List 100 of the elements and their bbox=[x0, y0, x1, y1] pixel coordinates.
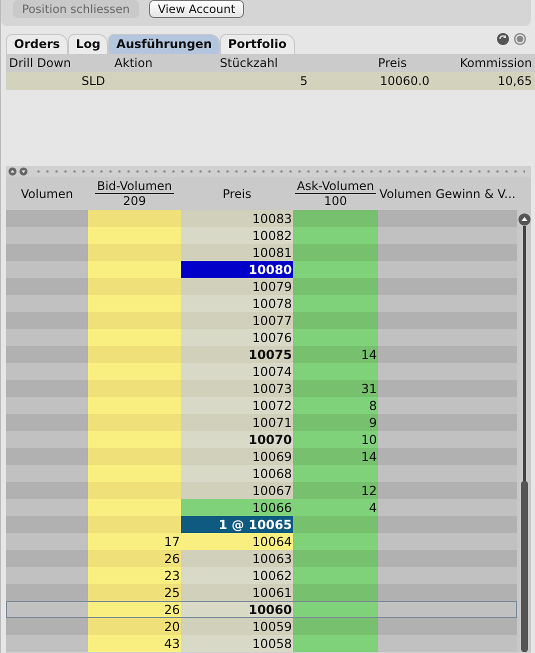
table-cell: 10,65 bbox=[498, 74, 532, 88]
price-cell[interactable]: 10083 bbox=[181, 210, 293, 227]
tab[interactable]: Log bbox=[68, 34, 108, 54]
ask-cell[interactable] bbox=[293, 618, 378, 635]
bid-cell[interactable] bbox=[88, 482, 181, 499]
ask-cell[interactable] bbox=[293, 363, 378, 380]
bid-cell[interactable]: 17 bbox=[88, 533, 181, 550]
column-total: 209 bbox=[123, 194, 146, 208]
bid-cell[interactable] bbox=[88, 261, 181, 278]
expand-icon[interactable] bbox=[19, 167, 28, 176]
bid-cell[interactable] bbox=[88, 278, 181, 295]
ask-cell[interactable] bbox=[293, 516, 378, 533]
price-cell[interactable]: 10061 bbox=[181, 584, 293, 601]
ask-cell[interactable]: 4 bbox=[293, 499, 378, 516]
ask-cell[interactable] bbox=[293, 465, 378, 482]
ask-cell[interactable] bbox=[293, 261, 378, 278]
column-header: Kommission bbox=[458, 56, 533, 70]
ask-cell[interactable]: 9 bbox=[293, 414, 378, 431]
ask-cell[interactable]: 12 bbox=[293, 482, 378, 499]
selected-row[interactable]: 26 10060 bbox=[6, 601, 517, 618]
price-cell[interactable]: 10077 bbox=[181, 312, 293, 329]
ask-cell[interactable] bbox=[293, 244, 378, 261]
price-cell[interactable]: 10059 bbox=[181, 618, 293, 635]
price-cell[interactable]: 10062 bbox=[181, 567, 293, 584]
bid-cell[interactable] bbox=[88, 363, 181, 380]
price-cell[interactable]: 1 @ 10065 bbox=[181, 516, 293, 533]
ask-cell[interactable] bbox=[293, 601, 378, 618]
bid-cell[interactable]: 25 bbox=[88, 584, 181, 601]
column-header: Stückzahl bbox=[218, 56, 279, 70]
bid-cell[interactable] bbox=[88, 295, 181, 312]
ask-cell[interactable] bbox=[293, 329, 378, 346]
bid-cell[interactable] bbox=[88, 312, 181, 329]
column-header: Volumen bbox=[20, 186, 74, 200]
price-cell[interactable]: 10073 bbox=[181, 380, 293, 397]
column-total: 100 bbox=[324, 194, 347, 208]
price-cell[interactable]: 10079 bbox=[181, 278, 293, 295]
price-cell[interactable]: 10074 bbox=[181, 363, 293, 380]
bid-cell[interactable] bbox=[88, 448, 181, 465]
bid-cell[interactable] bbox=[88, 397, 181, 414]
ask-cell[interactable] bbox=[293, 278, 378, 295]
bid-cell[interactable] bbox=[88, 516, 181, 533]
scrollbar[interactable] bbox=[517, 210, 531, 652]
ask-cell[interactable] bbox=[293, 227, 378, 244]
bid-cell[interactable]: 23 bbox=[88, 567, 181, 584]
tab[interactable]: Ausführungen bbox=[108, 34, 220, 54]
price-cell[interactable]: 10058 bbox=[181, 635, 293, 652]
bid-cell[interactable] bbox=[88, 414, 181, 431]
ask-cell[interactable]: 14 bbox=[293, 448, 378, 465]
price-cell[interactable]: 10082 bbox=[181, 227, 293, 244]
ask-cell[interactable]: 10 bbox=[293, 431, 378, 448]
bid-cell[interactable] bbox=[88, 499, 181, 516]
price-cell[interactable]: 10072 bbox=[181, 397, 293, 414]
bid-cell[interactable] bbox=[88, 210, 181, 227]
price-cell[interactable]: 10075 bbox=[181, 346, 293, 363]
bid-cell[interactable] bbox=[88, 329, 181, 346]
price-cell[interactable]: 10067 bbox=[181, 482, 293, 499]
ask-cell[interactable] bbox=[293, 312, 378, 329]
bid-cell[interactable]: 20 bbox=[88, 618, 181, 635]
ask-cell[interactable] bbox=[293, 533, 378, 550]
ask-cell[interactable]: 14 bbox=[293, 346, 378, 363]
bid-cell[interactable] bbox=[88, 431, 181, 448]
ask-cell[interactable]: 8 bbox=[293, 397, 378, 414]
price-cell[interactable]: 10080 bbox=[181, 261, 293, 278]
price-cell[interactable]: 10076 bbox=[181, 329, 293, 346]
table-cell: 5 bbox=[300, 74, 308, 88]
toolbar-button[interactable]: View Account bbox=[148, 0, 244, 18]
price-cell[interactable]: 10081 bbox=[181, 244, 293, 261]
ask-cell[interactable] bbox=[293, 567, 378, 584]
ask-cell[interactable] bbox=[293, 210, 378, 227]
bid-cell[interactable] bbox=[88, 465, 181, 482]
bid-cell[interactable] bbox=[88, 346, 181, 363]
price-cell[interactable]: 10066 bbox=[181, 499, 293, 516]
price-cell[interactable]: 10064 bbox=[181, 533, 293, 550]
price-cell[interactable]: 10078 bbox=[181, 295, 293, 312]
price-cell[interactable]: 10060 bbox=[181, 601, 293, 618]
collapse-icon[interactable] bbox=[8, 167, 17, 176]
bid-cell[interactable]: 26 bbox=[88, 550, 181, 567]
scrollbar-thumb[interactable] bbox=[520, 481, 528, 652]
price-cell[interactable]: 10068 bbox=[181, 465, 293, 482]
ask-cell[interactable] bbox=[293, 635, 378, 652]
bid-cell[interactable] bbox=[88, 244, 181, 261]
refresh-icon[interactable] bbox=[496, 32, 510, 46]
price-cell[interactable]: 10070 bbox=[181, 431, 293, 448]
tab[interactable]: Orders bbox=[6, 34, 68, 54]
ask-cell[interactable] bbox=[293, 550, 378, 567]
scroll-up-icon[interactable] bbox=[518, 213, 530, 226]
bid-cell[interactable] bbox=[88, 380, 181, 397]
price-cell[interactable]: 10063 bbox=[181, 550, 293, 567]
tab[interactable]: Portfolio bbox=[220, 34, 295, 54]
ask-cell[interactable]: 31 bbox=[293, 380, 378, 397]
help-icon[interactable] bbox=[513, 32, 527, 46]
bid-cell[interactable]: 26 bbox=[88, 601, 181, 618]
ask-cell[interactable] bbox=[293, 584, 378, 601]
price-cell[interactable]: 10069 bbox=[181, 448, 293, 465]
column-header: Aktion bbox=[113, 56, 154, 70]
column-header: Preis bbox=[377, 56, 408, 70]
bid-cell[interactable] bbox=[88, 227, 181, 244]
price-cell[interactable]: 10071 bbox=[181, 414, 293, 431]
bid-cell[interactable]: 43 bbox=[88, 635, 181, 652]
ask-cell[interactable] bbox=[293, 295, 378, 312]
